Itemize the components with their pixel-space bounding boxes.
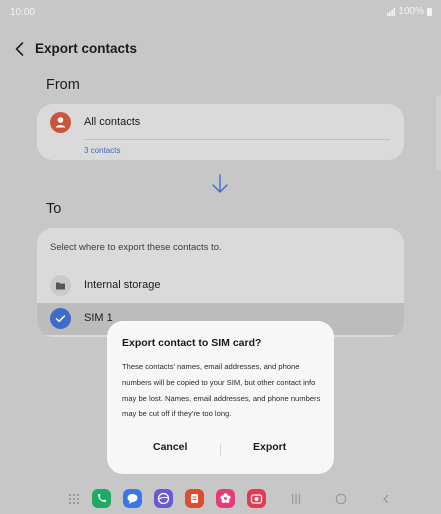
phone-app-icon[interactable] xyxy=(92,489,111,508)
folder-icon xyxy=(50,275,71,296)
dialog-message: These contacts' names, email addresses, … xyxy=(122,362,321,419)
sim-check-icon xyxy=(50,308,71,329)
arrow-down-icon xyxy=(212,174,228,193)
source-name: All contacts xyxy=(84,116,141,128)
messages-app-icon[interactable] xyxy=(123,489,142,508)
contact-count: 3 contacts xyxy=(84,146,121,155)
notes-app-icon[interactable] xyxy=(185,489,204,508)
cancel-button[interactable]: Cancel xyxy=(153,441,187,453)
battery-icon xyxy=(427,7,432,16)
status-bar: 10:00 100% xyxy=(0,0,441,24)
edge-panel-handle[interactable] xyxy=(436,95,441,171)
destination-hint: Select where to export these contacts to… xyxy=(50,242,222,253)
dialog-title: Export contact to SIM card? xyxy=(122,337,262,349)
status-indicators: 100% xyxy=(387,6,432,17)
export-sim-dialog: Export contact to SIM card? These contac… xyxy=(107,321,334,474)
apps-grid-icon[interactable] xyxy=(68,493,80,505)
camera-app-icon[interactable] xyxy=(247,489,266,508)
recent-apps-icon[interactable] xyxy=(290,493,302,505)
to-label: To xyxy=(46,201,62,217)
internet-app-icon[interactable] xyxy=(154,489,173,508)
option-label: Internal storage xyxy=(84,279,161,291)
home-icon[interactable] xyxy=(335,493,347,505)
status-time: 10:00 xyxy=(10,7,36,18)
from-label: From xyxy=(46,77,80,93)
app-header: Export contacts xyxy=(0,36,441,64)
navigation-bar xyxy=(0,484,441,514)
divider xyxy=(84,139,390,140)
back-arrow-icon[interactable] xyxy=(12,40,28,58)
export-button[interactable]: Export xyxy=(253,441,286,453)
signal-icon xyxy=(387,7,396,16)
option-internal-storage[interactable]: Internal storage xyxy=(37,270,404,302)
battery-percent: 100% xyxy=(398,6,424,17)
page-title: Export contacts xyxy=(35,41,138,56)
nav-back-icon[interactable] xyxy=(380,493,392,505)
option-label: SIM 1 xyxy=(84,312,113,324)
from-card[interactable]: All contacts 3 contacts xyxy=(37,104,404,160)
gallery-app-icon[interactable] xyxy=(216,489,235,508)
button-divider xyxy=(220,444,221,456)
contact-avatar-icon xyxy=(50,112,71,133)
